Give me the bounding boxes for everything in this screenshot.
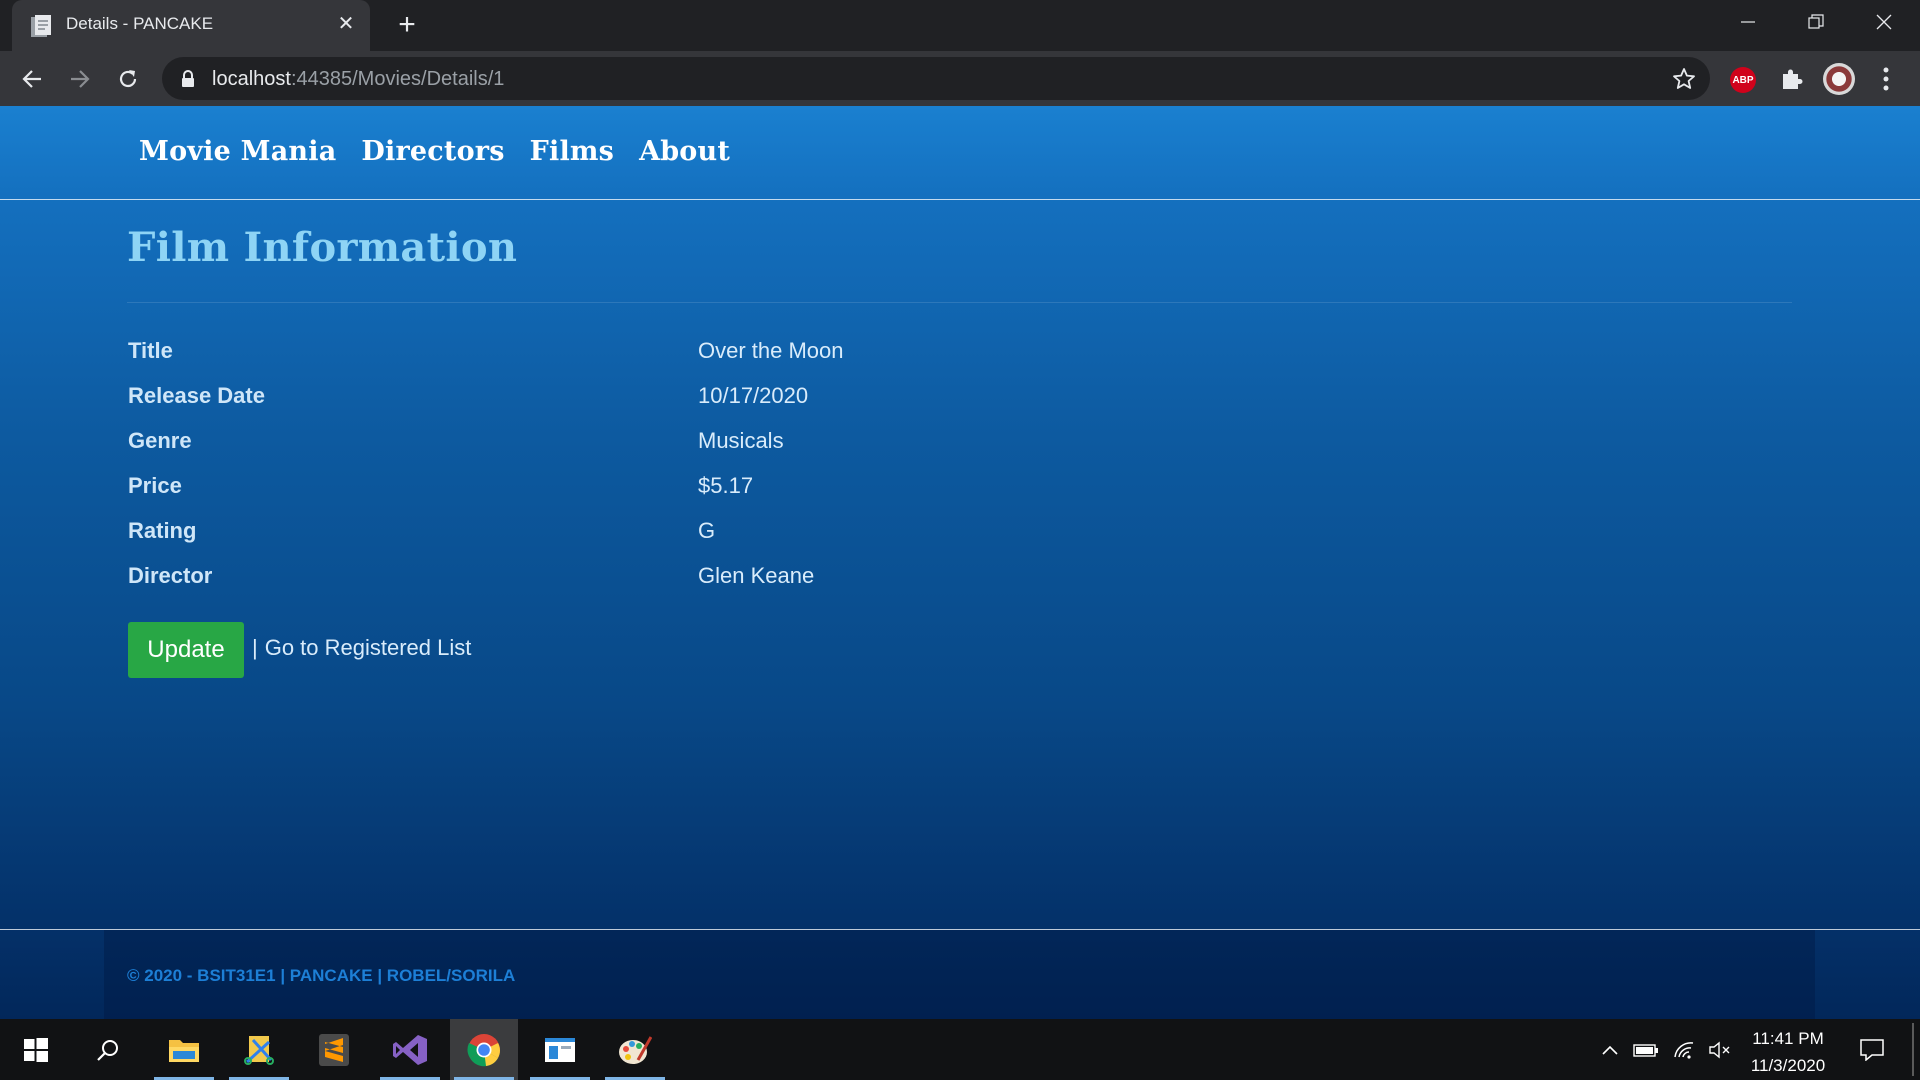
window-app-icon (545, 1037, 575, 1062)
detail-row-director: Director Glen Keane (128, 553, 1128, 598)
detail-label: Genre (128, 428, 192, 453)
nav-link-films[interactable]: Films (530, 136, 614, 167)
tab-title: Details - PANCAKE (66, 14, 214, 33)
menu-dots-icon[interactable] (1876, 65, 1896, 93)
windows-taskbar: 11:41 PM 11/3/2020 (0, 1019, 1920, 1080)
link-separator: | (252, 635, 258, 660)
nav-links: Movie Mania Directors Films About (139, 136, 730, 167)
taskbar-visual-studio[interactable] (376, 1019, 444, 1080)
page-title: Film Information (127, 224, 518, 271)
network-button[interactable] (1668, 1019, 1700, 1080)
close-icon (1876, 14, 1892, 30)
update-button[interactable]: Update (128, 622, 244, 678)
detail-label: Director (128, 563, 213, 588)
taskbar-clock[interactable]: 11:41 PM 11/3/2020 (1740, 1025, 1836, 1079)
profile-avatar[interactable] (1823, 63, 1855, 95)
detail-value: Glen Keane (698, 563, 815, 588)
detail-row-rating: Rating G (128, 508, 1128, 553)
taskbar-snipping-tool[interactable] (225, 1019, 293, 1080)
battery-button[interactable] (1630, 1019, 1662, 1080)
browser-tab[interactable]: Details - PANCAKE ✕ (12, 0, 370, 51)
browser-titlebar: Details - PANCAKE ✕ + (0, 0, 1920, 51)
detail-value: G (698, 518, 716, 543)
adblock-extension-icon[interactable]: ABP (1730, 67, 1756, 93)
detail-value: 10/17/2020 (698, 383, 809, 408)
address-bar[interactable]: localhost:44385/Movies/Details/1 (162, 57, 1710, 100)
browser-toolbar: localhost:44385/Movies/Details/1 ABP (0, 51, 1920, 106)
taskbar-chrome[interactable] (450, 1019, 518, 1080)
url-path: :44385/Movies/Details/1 (290, 68, 505, 90)
chevron-up-icon (1602, 1045, 1618, 1055)
start-button[interactable] (2, 1019, 70, 1080)
clock-date: 11/3/2020 (1750, 1056, 1826, 1075)
site-navbar: Movie Mania Directors Films About (0, 106, 1920, 200)
back-button[interactable] (14, 61, 50, 97)
taskbar-window-app[interactable] (526, 1019, 594, 1080)
paint-palette-icon (619, 1035, 652, 1064)
details-list: Title Over the Moon Release Date 10/17/2… (128, 328, 1128, 598)
sublime-text-icon (319, 1033, 349, 1066)
detail-label: Title (128, 338, 173, 363)
search-icon (97, 1039, 118, 1061)
arrow-right-icon (71, 70, 90, 88)
detail-row-title: Title Over the Moon (128, 328, 1128, 373)
windows-logo-icon (24, 1037, 48, 1062)
taskbar-sublime-text[interactable] (300, 1019, 368, 1080)
title-divider (127, 302, 1792, 303)
search-button[interactable] (74, 1019, 142, 1080)
snipping-tool-icon (244, 1035, 274, 1065)
reload-button[interactable] (110, 61, 146, 97)
taskbar-file-explorer[interactable] (150, 1019, 218, 1080)
detail-label: Release Date (128, 383, 265, 408)
nav-link-directors[interactable]: Directors (361, 136, 504, 167)
taskbar-paint[interactable] (601, 1019, 669, 1080)
registered-list-link[interactable]: Go to Registered List (265, 635, 472, 661)
detail-row-release-date: Release Date 10/17/2020 (128, 373, 1128, 418)
forward-button[interactable] (62, 61, 98, 97)
show-desktop-button[interactable] (1912, 1023, 1914, 1076)
show-hidden-icons-button[interactable] (1596, 1019, 1624, 1080)
action-center-button[interactable] (1852, 1019, 1892, 1080)
notification-icon (1860, 1038, 1884, 1061)
close-tab-icon[interactable]: ✕ (336, 14, 356, 34)
web-page: Movie Mania Directors Films About Film I… (0, 106, 1920, 1019)
restore-button[interactable] (1782, 0, 1850, 44)
battery-icon (1633, 1043, 1658, 1057)
minimize-button[interactable] (1714, 0, 1782, 44)
detail-label: Rating (128, 518, 197, 543)
page-icon (31, 15, 51, 37)
wifi-icon (1674, 1041, 1694, 1059)
url-text[interactable]: localhost:44385/Movies/Details/1 (212, 68, 504, 91)
extensions-puzzle-icon[interactable] (1778, 65, 1806, 93)
detail-value: $5.17 (698, 473, 754, 498)
visual-studio-icon (393, 1034, 427, 1065)
chrome-icon (467, 1033, 500, 1066)
arrow-left-icon (22, 70, 41, 88)
nav-link-about[interactable]: About (639, 136, 730, 167)
clock-time: 11:41 PM (1752, 1029, 1824, 1048)
footer-text: © 2020 - BSIT31E1 | PANCAKE | ROBEL/SORI… (127, 966, 516, 985)
lock-icon (182, 70, 194, 87)
star-icon[interactable] (1672, 67, 1696, 91)
detail-row-genre: Genre Musicals (128, 418, 1128, 463)
actions-row: Update | Go to Registered List (128, 622, 471, 678)
volume-button[interactable] (1704, 1019, 1736, 1080)
close-window-button[interactable] (1850, 0, 1918, 44)
reload-icon (119, 70, 137, 88)
minimize-icon (1741, 21, 1755, 23)
detail-row-price: Price $5.17 (128, 463, 1128, 508)
detail-label: Price (128, 473, 182, 498)
new-tab-icon[interactable]: + (392, 10, 422, 40)
url-host: localhost (212, 68, 291, 90)
restore-icon (1808, 14, 1824, 29)
nav-brand-link[interactable]: Movie Mania (139, 136, 336, 167)
volume-muted-icon (1709, 1041, 1730, 1058)
folder-icon (169, 1039, 199, 1062)
detail-value: Musicals (698, 428, 784, 453)
detail-value: Over the Moon (698, 338, 844, 363)
